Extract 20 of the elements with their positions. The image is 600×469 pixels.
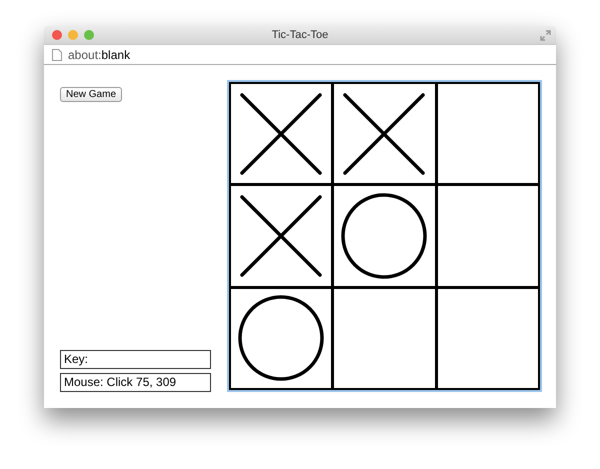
page-icon	[52, 48, 62, 60]
board-cell[interactable]	[438, 288, 538, 388]
new-game-button[interactable]: New Game	[60, 87, 122, 102]
board-cell[interactable]	[334, 288, 435, 388]
board-cell[interactable]	[438, 186, 538, 286]
mouse-status: Mouse: Click 75, 309	[60, 373, 211, 392]
fullscreen-icon[interactable]	[540, 30, 551, 40]
board-cell[interactable]	[438, 84, 538, 184]
board-cell[interactable]	[231, 288, 332, 388]
board-cell[interactable]	[231, 186, 332, 286]
board-cell[interactable]	[231, 84, 332, 184]
minimize-icon[interactable]	[68, 30, 78, 40]
zoom-icon[interactable]	[84, 30, 94, 40]
window-title: Tic-Tac-Toe	[270, 29, 330, 41]
key-status: Key:	[60, 350, 211, 369]
board-cell[interactable]	[334, 84, 435, 184]
address-text[interactable]: about:blank	[68, 48, 130, 62]
board-cell[interactable]	[334, 186, 435, 286]
game-board[interactable]	[229, 82, 540, 390]
close-icon[interactable]	[52, 30, 62, 40]
